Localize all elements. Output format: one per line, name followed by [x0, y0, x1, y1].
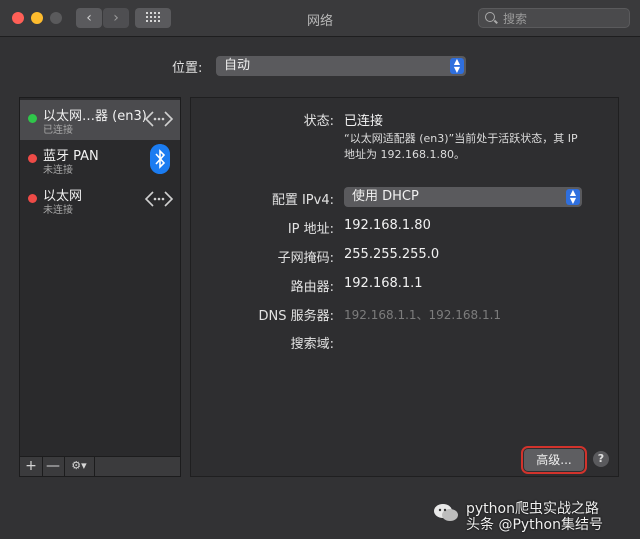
status-dot-disconnected — [28, 154, 37, 163]
search-domain-label: 搜索域: — [290, 337, 334, 352]
watermark: python爬虫实战之路 头条 @Python集结号 — [432, 498, 632, 534]
status-dot-connected — [28, 114, 37, 123]
network-preferences-window: ‹ › 网络 位置: 自动 ▲▼ 以太网…器 (en3) 已连接 — [0, 0, 640, 539]
title-bar: ‹ › 网络 — [0, 0, 640, 37]
ip-address-value: 192.168.1.80 — [344, 218, 431, 233]
subnet-mask-value: 255.255.255.0 — [344, 247, 440, 262]
advanced-button[interactable]: 高级... — [521, 446, 587, 474]
location-label: 位置: — [172, 61, 203, 76]
status-dot-disconnected — [28, 194, 37, 203]
help-button[interactable]: ? — [593, 451, 609, 467]
wechat-logo-icon — [434, 504, 458, 521]
service-status: 已连接 — [43, 125, 73, 136]
remove-service-button[interactable]: — — [42, 457, 65, 476]
service-actions-button[interactable]: ⚙▾ — [64, 457, 95, 476]
service-status: 未连接 — [43, 165, 73, 176]
service-item-ethernet[interactable]: 以太网 未连接 — [20, 180, 180, 220]
status-value: 已连接 — [344, 114, 384, 129]
dns-server-label: DNS 服务器: — [258, 309, 335, 324]
service-item-bluetooth-pan[interactable]: 蓝牙 PAN 未连接 — [20, 140, 180, 180]
ethernet-arrows-icon — [144, 191, 174, 207]
status-description: “以太网适配器 (en3)”当前处于活跃状态，其 IP 地址为 192.168.… — [344, 132, 578, 161]
ip-address-label: IP 地址: — [287, 222, 334, 237]
updown-chevron-icon: ▲ ▼ — [566, 189, 580, 205]
configure-ipv4-value: 使用 DHCP — [352, 189, 419, 204]
bluetooth-icon — [150, 144, 170, 174]
router-label: 路由器: — [290, 280, 334, 295]
service-item-ethernet-en3[interactable]: 以太网…器 (en3) 已连接 — [20, 100, 180, 140]
search-field[interactable] — [478, 8, 630, 29]
service-status: 未连接 — [43, 205, 73, 216]
location-select[interactable]: 自动 ▲ ▼ — [216, 56, 466, 76]
status-label: 状态: — [303, 114, 334, 129]
watermark-line2: 头条 @Python集结号 — [466, 517, 603, 533]
search-input[interactable] — [501, 9, 629, 29]
service-list-toolbar: + — ⚙▾ — [19, 457, 181, 477]
configure-ipv4-select[interactable]: 使用 DHCP ▲ ▼ — [344, 187, 582, 207]
ethernet-arrows-icon — [144, 111, 174, 127]
subnet-mask-label: 子网掩码: — [277, 251, 334, 266]
add-service-button[interactable]: + — [20, 457, 43, 476]
service-list: 以太网…器 (en3) 已连接 蓝牙 PAN 未连接 以太网 未连接 — [19, 97, 181, 457]
updown-chevron-icon: ▲ ▼ — [450, 58, 464, 74]
dns-server-value: 192.168.1.1、192.168.1.1 — [344, 308, 502, 322]
configure-ipv4-label: 配置 IPv4: — [271, 193, 334, 208]
search-icon — [485, 12, 495, 22]
router-value: 192.168.1.1 — [344, 276, 423, 291]
location-value: 自动 — [224, 58, 251, 73]
